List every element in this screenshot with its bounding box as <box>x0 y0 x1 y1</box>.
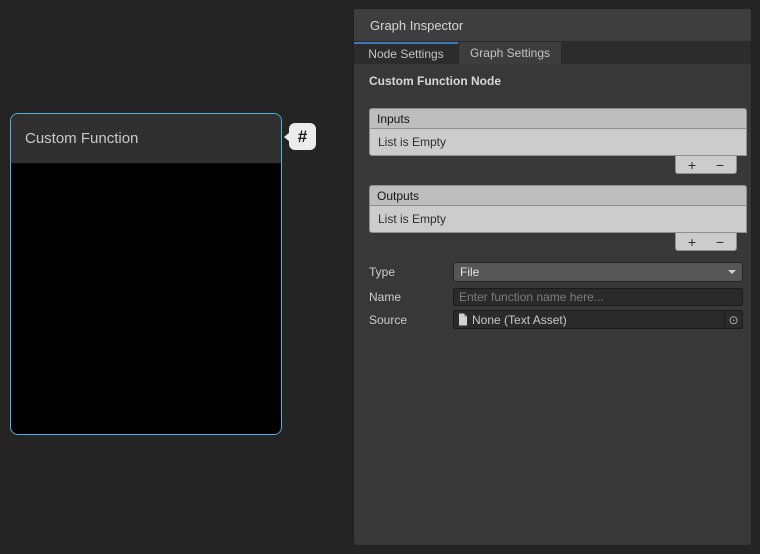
inputs-list-title: Inputs <box>377 112 410 126</box>
outputs-list-header: Outputs <box>369 185 747 205</box>
node-custom-function[interactable]: Custom Function <box>10 113 282 435</box>
node-preview-body <box>11 164 281 435</box>
type-dropdown[interactable]: File <box>453 262 743 282</box>
object-picker-icon[interactable]: ⊙ <box>724 311 742 328</box>
outputs-list-title: Outputs <box>377 189 419 203</box>
type-label: Type <box>369 265 453 279</box>
tab-graph-settings-label: Graph Settings <box>470 46 550 60</box>
outputs-add-button[interactable]: + <box>680 235 704 249</box>
inputs-list-footer: + − <box>675 156 737 174</box>
inspector-tab-strip: Node Settings Graph Settings <box>354 42 751 64</box>
inputs-add-button[interactable]: + <box>680 158 704 172</box>
source-object-field[interactable]: None (Text Asset) ⊙ <box>453 310 743 329</box>
inspector-title: Graph Inspector <box>370 18 463 33</box>
tab-node-settings[interactable]: Node Settings <box>354 42 458 64</box>
section-title: Custom Function Node <box>369 74 501 88</box>
graph-inspector-panel: Graph Inspector Node Settings Graph Sett… <box>353 8 752 546</box>
node-title: Custom Function <box>25 130 138 147</box>
inputs-empty-text: List is Empty <box>378 135 446 149</box>
inputs-list-header: Inputs <box>369 108 747 128</box>
inspector-title-bar[interactable]: Graph Inspector <box>354 9 751 42</box>
inputs-remove-button[interactable]: − <box>708 158 732 172</box>
tab-node-settings-label: Node Settings <box>368 47 443 61</box>
chevron-down-icon <box>728 270 736 274</box>
outputs-remove-button[interactable]: − <box>708 235 732 249</box>
name-row: Name <box>369 286 743 307</box>
tab-graph-settings[interactable]: Graph Settings <box>458 42 562 64</box>
inputs-list-empty-row: List is Empty <box>369 128 747 156</box>
function-name-input[interactable] <box>453 288 743 306</box>
node-title-bar[interactable]: Custom Function <box>11 114 281 164</box>
inputs-list: Inputs List is Empty + − <box>369 108 747 174</box>
outputs-list: Outputs List is Empty + − <box>369 185 747 251</box>
name-label: Name <box>369 290 453 304</box>
outputs-list-footer: + − <box>675 233 737 251</box>
type-row: Type File <box>369 261 743 282</box>
text-asset-icon <box>458 313 468 326</box>
source-row: Source None (Text Asset) ⊙ <box>369 309 743 330</box>
source-label: Source <box>369 313 453 327</box>
outputs-list-empty-row: List is Empty <box>369 205 747 233</box>
source-object-value: None (Text Asset) <box>472 313 567 327</box>
outputs-empty-text: List is Empty <box>378 212 446 226</box>
type-dropdown-value: File <box>460 265 479 279</box>
hash-icon: # <box>298 127 307 147</box>
hash-badge-button[interactable]: # <box>289 123 316 150</box>
